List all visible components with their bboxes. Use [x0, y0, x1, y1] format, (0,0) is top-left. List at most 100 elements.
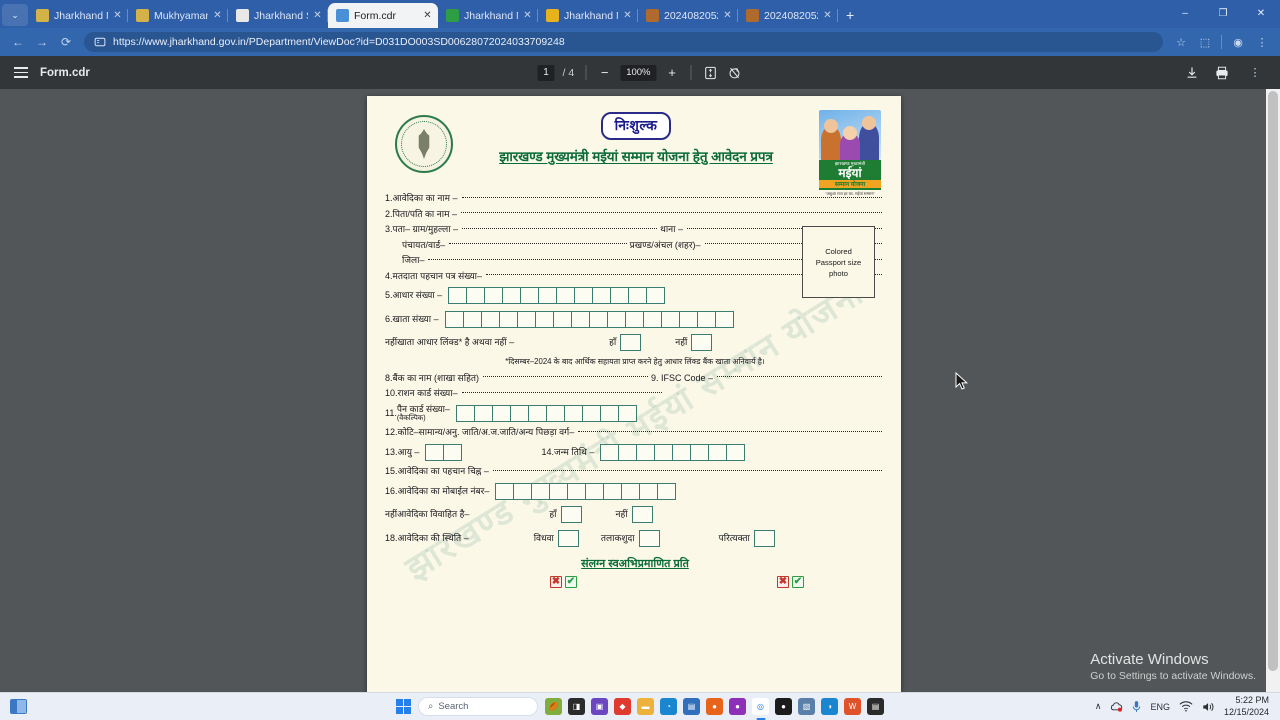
bookmark-star-icon[interactable]: ☆	[1170, 31, 1192, 53]
input-box-cell[interactable]	[599, 404, 619, 422]
anydesk-icon[interactable]: ◆	[614, 698, 631, 715]
input-box-cell[interactable]	[527, 404, 547, 422]
input-box-cell[interactable]	[642, 310, 662, 328]
input-box-cell[interactable]	[531, 482, 551, 500]
input-box-cell[interactable]	[714, 310, 734, 328]
input-box-cell[interactable]	[509, 404, 529, 422]
browser-tab[interactable]: Jharkhand State Portal | O ✕	[228, 3, 328, 28]
input-box-cell[interactable]	[672, 443, 692, 461]
input-box-cell[interactable]	[538, 287, 558, 304]
input-box-cell[interactable]	[708, 443, 728, 461]
checkbox-square[interactable]	[753, 529, 775, 547]
input-box-cell[interactable]	[621, 482, 641, 500]
input-box-cell[interactable]	[516, 310, 536, 328]
mic-icon[interactable]	[1132, 700, 1141, 713]
reload-button[interactable]: ⟳	[55, 31, 77, 53]
new-tab-button[interactable]: +	[838, 7, 862, 23]
input-box-group[interactable]	[455, 404, 637, 422]
viewer-scrollbar[interactable]: ▲	[1266, 89, 1280, 720]
tab-close-icon[interactable]: ✕	[113, 10, 122, 21]
input-box-cell[interactable]	[491, 404, 511, 422]
dotted-write-line[interactable]	[492, 469, 882, 471]
dotted-write-line[interactable]	[449, 243, 627, 244]
input-box-cell[interactable]	[617, 404, 637, 422]
input-box-cell[interactable]	[574, 287, 594, 304]
input-box-cell[interactable]	[624, 310, 644, 328]
close-window-button[interactable]: ✕	[1242, 0, 1280, 26]
input-box-cell[interactable]	[462, 310, 482, 328]
page-info-icon[interactable]	[94, 36, 106, 48]
search-input[interactable]: ⌕ Search	[418, 697, 538, 716]
dotted-write-line[interactable]	[461, 196, 882, 198]
input-box-cell[interactable]	[444, 310, 464, 328]
zoom-in-button[interactable]: +	[665, 65, 680, 80]
zoom-out-button[interactable]: −	[597, 65, 612, 80]
tab-close-icon[interactable]: ✕	[723, 10, 732, 21]
browser-tab[interactable]: Jharkhand Mukhyamantri ✕	[438, 3, 538, 28]
tab-search-chevron-icon[interactable]: ⌄	[2, 4, 28, 26]
file-explorer-icon[interactable]: ▬	[637, 698, 654, 715]
checkbox-square[interactable]	[631, 506, 653, 524]
tab-close-icon[interactable]: ✕	[213, 10, 222, 21]
input-box-cell[interactable]	[639, 482, 659, 500]
dotted-write-line[interactable]	[578, 430, 882, 432]
file-explorer-dark-icon[interactable]: ◨	[568, 698, 585, 715]
rotate-icon[interactable]	[727, 65, 743, 81]
taskbar-clock[interactable]: 5:22 PM 12/15/2024	[1224, 695, 1269, 718]
dotted-write-line[interactable]	[717, 376, 883, 378]
maximize-button[interactable]: ❐	[1204, 0, 1242, 26]
input-box-cell[interactable]	[600, 443, 620, 461]
cd-burner-icon[interactable]: ●	[775, 698, 792, 715]
input-box-cell[interactable]	[657, 482, 677, 500]
input-box-cell[interactable]	[592, 287, 612, 304]
onedrive-sync-icon[interactable]	[1110, 701, 1123, 713]
download-icon[interactable]	[1184, 65, 1200, 81]
pdf-more-options-icon[interactable]: ⋮	[1244, 62, 1266, 84]
widgets-icon[interactable]	[10, 699, 27, 714]
input-box-group[interactable]	[495, 482, 677, 500]
extensions-icon[interactable]: ⬚	[1194, 31, 1216, 53]
fit-page-icon[interactable]	[703, 65, 719, 81]
windows-start-icon[interactable]	[396, 699, 411, 714]
microsoft-edge-icon[interactable]: ◔	[660, 698, 677, 715]
input-box-cell[interactable]	[443, 443, 463, 461]
input-box-cell[interactable]	[610, 287, 630, 304]
input-box-cell[interactable]	[696, 310, 716, 328]
input-box-cell[interactable]	[567, 482, 587, 500]
input-box-cell[interactable]	[545, 404, 565, 422]
compass-app-icon[interactable]: ◑	[821, 698, 838, 715]
browser-tab[interactable]: Mukhyamantri Maiya Sam ✕	[128, 3, 228, 28]
cricket-app-icon[interactable]: 🏉	[545, 698, 562, 715]
tab-close-icon[interactable]: ✕	[623, 10, 632, 21]
input-box-cell[interactable]	[549, 482, 569, 500]
input-box-cell[interactable]	[660, 310, 680, 328]
dotted-write-line[interactable]	[462, 227, 658, 229]
profile-avatar-icon[interactable]: ◉	[1227, 31, 1249, 53]
input-box-cell[interactable]	[726, 443, 746, 461]
browser-tab[interactable]: 2024082052.pdf ✕	[738, 3, 838, 28]
input-box-cell[interactable]	[448, 287, 468, 304]
volume-icon[interactable]	[1202, 701, 1215, 713]
input-box-cell[interactable]	[618, 443, 638, 461]
minimize-button[interactable]: –	[1166, 0, 1204, 26]
input-box-cell[interactable]	[473, 404, 493, 422]
zoom-app-icon[interactable]: ▣	[591, 698, 608, 715]
checkbox-square[interactable]	[691, 334, 713, 351]
microsoft-store-icon[interactable]: ▤	[683, 698, 700, 715]
checkbox-square[interactable]	[638, 529, 660, 547]
back-button[interactable]: ←	[7, 31, 29, 53]
zoom-level-label[interactable]: 100%	[620, 64, 657, 81]
tray-chevron-icon[interactable]: ∧	[1095, 701, 1102, 712]
browser-tab[interactable]: Form.cdr ✕	[328, 3, 438, 28]
purple-app-icon[interactable]: ●	[729, 698, 746, 715]
input-box-cell[interactable]	[654, 443, 674, 461]
tab-close-icon[interactable]: ✕	[523, 10, 532, 21]
input-box-cell[interactable]	[585, 482, 605, 500]
dotted-write-line[interactable]	[460, 212, 882, 213]
checkbox-square[interactable]	[557, 529, 579, 547]
notepad-icon[interactable]: ▤	[867, 698, 884, 715]
input-box-group[interactable]	[425, 443, 463, 461]
input-box-cell[interactable]	[646, 287, 666, 304]
address-bar[interactable]: https://www.jharkhand.gov.in/PDepartment…	[84, 32, 1163, 52]
page-number-input[interactable]: 1	[537, 64, 555, 81]
